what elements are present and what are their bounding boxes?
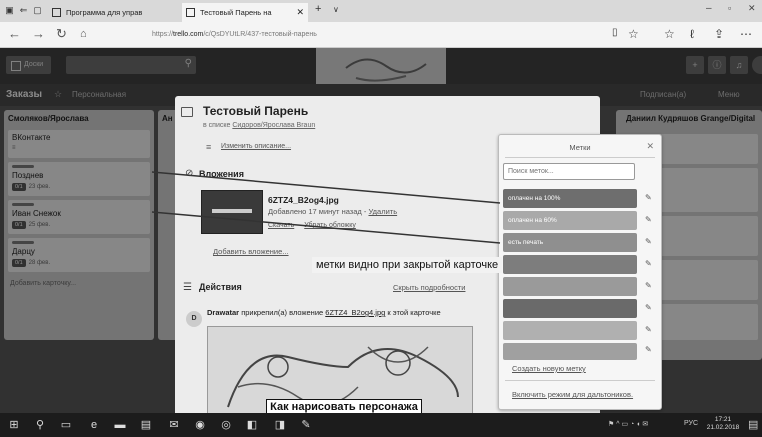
- task-view-icon[interactable]: ▭: [58, 417, 74, 433]
- annotation-line: [151, 211, 501, 244]
- annotation-caption: метки видно при закрытой карточке: [312, 257, 503, 273]
- clock[interactable]: 17:21 21.02.2018: [704, 416, 742, 432]
- clock-date: 21.02.2018: [706, 424, 740, 431]
- app-icon[interactable]: ◧: [244, 417, 260, 433]
- explorer-icon[interactable]: ▬: [112, 417, 128, 433]
- app-icon[interactable]: ✎: [298, 417, 314, 433]
- start-icon[interactable]: ⊞: [6, 417, 22, 433]
- windows-taskbar: ⊞ ⚲ ▭ e ▬ ▤ ✉ ◉ ◎ ◧ ◨ ✎ ⚑ ^ ▭ ◔ ◖ ✉ РУС …: [0, 413, 762, 437]
- language-indicator[interactable]: РУС: [684, 420, 698, 427]
- search-icon[interactable]: ⚲: [32, 417, 48, 433]
- app-icon[interactable]: ◉: [192, 417, 208, 433]
- app-icon[interactable]: ◨: [272, 417, 288, 433]
- app-icon[interactable]: ◎: [218, 417, 234, 433]
- edge-icon[interactable]: e: [86, 417, 102, 433]
- annotation-line: [151, 171, 501, 204]
- annotation-lines: [151, 171, 501, 244]
- clock-time: 17:21: [714, 416, 732, 423]
- system-tray-icons[interactable]: ⚑ ^ ▭ ◔ ◖ ✉: [608, 420, 648, 428]
- notification-icon[interactable]: ▤: [748, 418, 758, 431]
- mail-icon[interactable]: ✉: [166, 417, 182, 433]
- screen: ▣ ⇐ ▢ Программа для управ Тестовый Парен…: [0, 0, 762, 437]
- store-icon[interactable]: ▤: [138, 417, 154, 433]
